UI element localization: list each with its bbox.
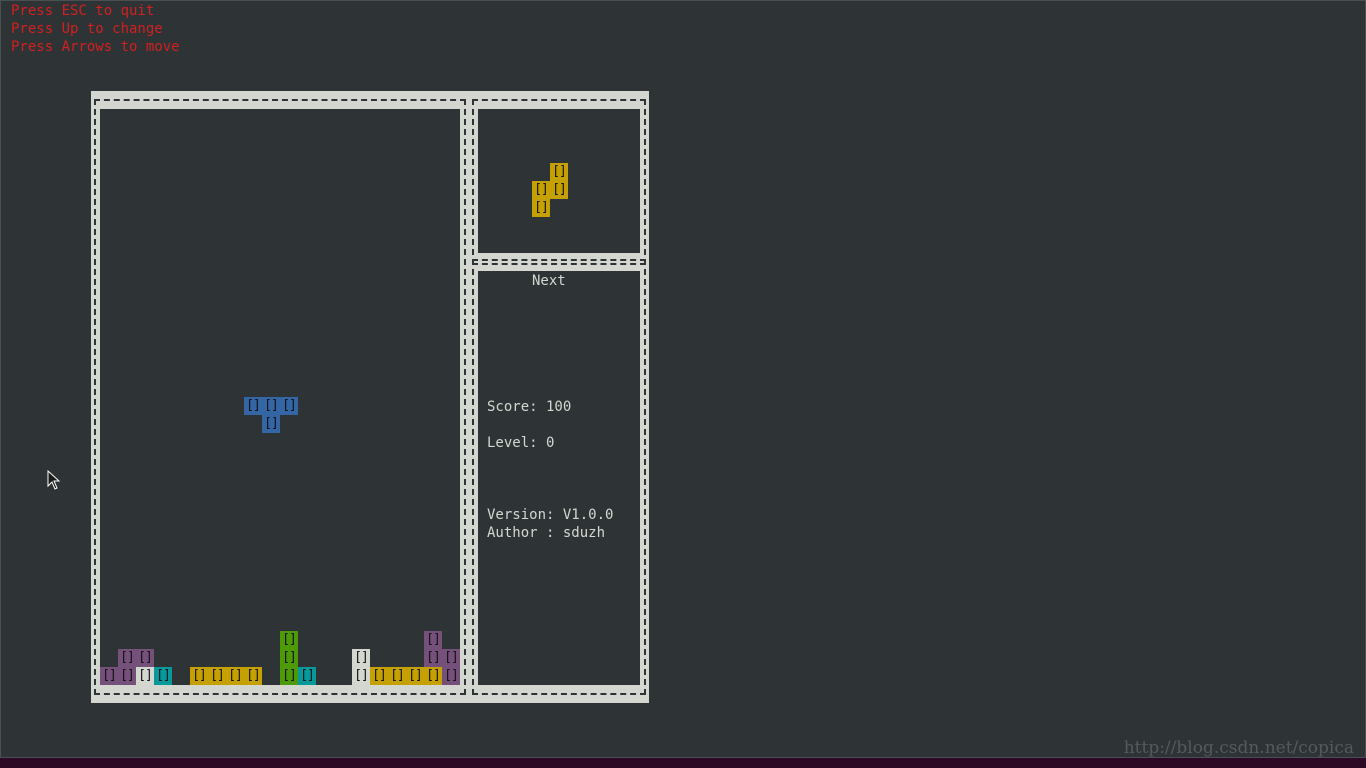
next-label: Next — [532, 273, 566, 289]
info-panel — [478, 271, 640, 685]
stack-block: [] — [442, 667, 460, 685]
stack-block: [] — [154, 667, 172, 685]
stack-block: [] — [280, 667, 298, 685]
stack-block: [] — [424, 631, 442, 649]
falling-piece-block: [] — [262, 397, 280, 415]
stack-block: [] — [280, 631, 298, 649]
stack-block: [] — [442, 649, 460, 667]
help-quit-text: Press ESC to quit — [11, 3, 155, 19]
score-text: Score: 100 — [487, 399, 572, 415]
stack-block: [] — [100, 667, 118, 685]
help-move-text: Press Arrows to move — [11, 39, 180, 55]
stack-block: [] — [388, 667, 406, 685]
stack-block: [] — [370, 667, 388, 685]
stack-block: [] — [190, 667, 208, 685]
stack-block: [] — [424, 667, 442, 685]
stack-block: [] — [352, 649, 370, 667]
stack-block: [] — [208, 667, 226, 685]
stack-block: [] — [298, 667, 316, 685]
stack-block: [] — [280, 649, 298, 667]
next-piece-preview: [][][][] — [478, 109, 640, 253]
next-piece-block: [] — [532, 181, 550, 199]
bottom-panel — [0, 758, 1366, 768]
next-piece-block: [] — [550, 181, 568, 199]
author-text: Author : sduzh — [487, 525, 606, 541]
mouse-cursor-icon — [47, 470, 61, 490]
stack-block: [] — [118, 649, 136, 667]
stack-block: [] — [118, 667, 136, 685]
next-piece-block: [] — [532, 199, 550, 217]
falling-piece-block: [] — [280, 397, 298, 415]
stack-block: [] — [226, 667, 244, 685]
level-text: Level: 0 — [487, 435, 555, 451]
stack-block: [] — [424, 649, 442, 667]
playfield: [][][][][][][][][][][][][][][][][][][][]… — [100, 109, 460, 685]
falling-piece-block: [] — [262, 415, 280, 433]
stack-block: [] — [406, 667, 424, 685]
help-rotate-text: Press Up to change — [11, 21, 163, 37]
stack-block: [] — [136, 649, 154, 667]
watermark-text: http://blog.csdn.net/copica — [1123, 738, 1354, 758]
next-piece-block: [] — [550, 163, 568, 181]
falling-piece-block: [] — [244, 397, 262, 415]
version-text: Version: V1.0.0 — [487, 507, 614, 523]
stack-block: [] — [136, 667, 154, 685]
stack-block: [] — [352, 667, 370, 685]
stack-block: [] — [244, 667, 262, 685]
